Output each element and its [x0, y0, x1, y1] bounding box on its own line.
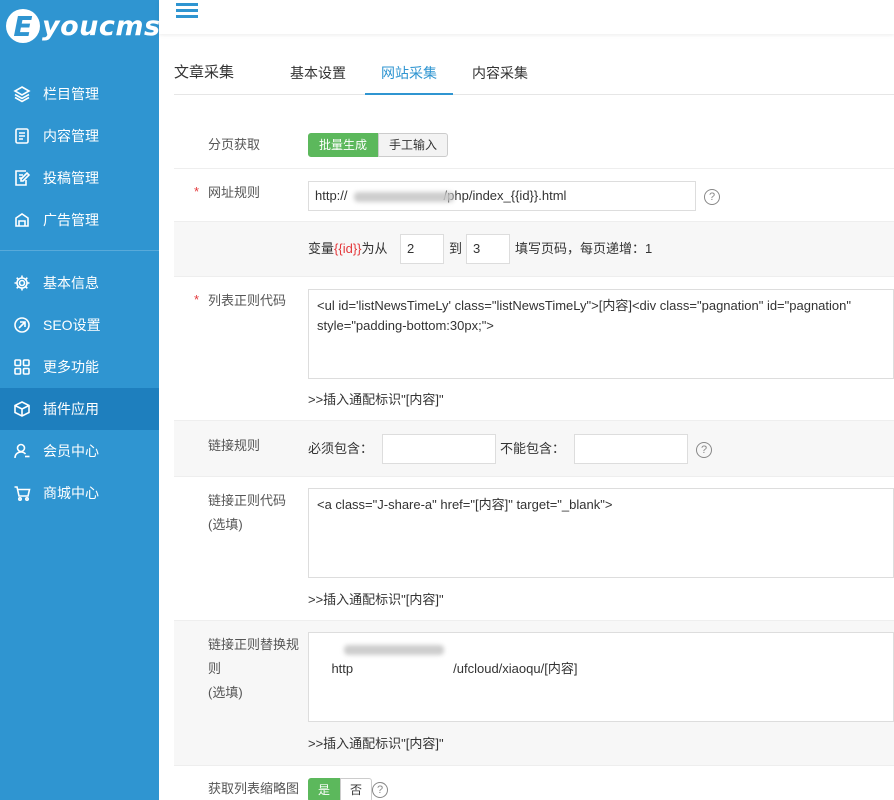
link-regex-label: 链接正则代码 (选填): [208, 489, 286, 537]
sidebar-item-member-center[interactable]: 会员中心: [0, 430, 159, 472]
insert-wildcard-link[interactable]: >>插入通配标识"[内容]": [308, 733, 444, 752]
logo[interactable]: E youcms: [6, 6, 161, 46]
page-to-input[interactable]: 3: [466, 234, 510, 264]
form-row-url-rule: * 网址规则 http:// /php/index_{{id}}.html ?: [174, 169, 894, 222]
batch-generate-button[interactable]: 批量生成: [308, 133, 379, 157]
sidebar-item-plugins[interactable]: 插件应用: [0, 388, 159, 430]
link-replace-label: 链接正则替换规 则 (选填): [208, 633, 299, 705]
list-regex-textarea[interactable]: <ul id='listNewsTimeLy' class="listNewsT…: [308, 289, 894, 379]
list-regex-label: 列表正则代码: [208, 293, 287, 308]
redacted-blur: [354, 192, 454, 202]
must-contain-input[interactable]: [382, 434, 496, 464]
cart-icon: [13, 484, 31, 502]
sidebar-item-label: 广告管理: [43, 212, 99, 228]
top-bar: [159, 0, 894, 34]
ad-icon: [13, 211, 31, 229]
user-icon: [13, 442, 31, 460]
page-title: 文章采集: [174, 64, 235, 81]
form-row-thumbnail: 获取列表缩略图 是 否 ?: [174, 766, 894, 800]
link-regex-label-line1: 链接正则代码: [208, 493, 287, 508]
help-icon[interactable]: ?: [704, 189, 720, 205]
layers-icon: [13, 85, 31, 103]
tab-website-collection[interactable]: 网站采集: [365, 54, 453, 95]
pagination-label: 分页获取: [208, 137, 261, 152]
help-icon[interactable]: ?: [372, 782, 388, 798]
url-rule-value-suffix: /php/index_{{id}}.html: [443, 188, 567, 203]
sidebar-item-ad-management[interactable]: 广告管理: [0, 199, 159, 241]
link-replace-label-line2: 则: [208, 661, 222, 676]
thumbnail-no-button[interactable]: 否: [340, 778, 373, 800]
sidebar-item-label: 商城中心: [43, 485, 99, 501]
sidebar-item-label: 内容管理: [43, 128, 99, 144]
required-marker: *: [194, 292, 200, 307]
sidebar-item-column-management[interactable]: 栏目管理: [0, 73, 159, 115]
sidebar-divider: [0, 250, 159, 251]
redacted-blur: [344, 645, 444, 655]
grid-icon: [13, 358, 31, 376]
sidebar-item-label: 插件应用: [43, 401, 99, 417]
insert-wildcard-link[interactable]: >>插入通配标识"[内容]": [308, 389, 444, 408]
help-icon[interactable]: ?: [696, 442, 712, 458]
form-row-link-regex: 链接正则代码 (选填) <a class="J-share-a" href="[…: [174, 477, 894, 621]
sidebar-item-label: 投稿管理: [43, 170, 99, 186]
page-from-input[interactable]: 2: [400, 234, 444, 264]
sidebar-item-label: 会员中心: [43, 443, 99, 459]
logo-text: youcms: [42, 10, 161, 42]
document-icon: [13, 127, 31, 145]
form-row-link-rule: 链接规则 必须包含： 不能包含： ?: [174, 421, 894, 477]
tab-basic-settings[interactable]: 基本设置: [290, 54, 346, 95]
link-rule-label: 链接规则: [208, 438, 261, 453]
sidebar-item-submission-management[interactable]: 投稿管理: [0, 157, 159, 199]
sidebar-item-label: 栏目管理: [43, 86, 99, 102]
form-row-variable: 变量{{id}}为从 2 到 3 填写页码，每页递增：1: [174, 222, 894, 277]
seo-icon: [13, 316, 31, 334]
link-regex-textarea[interactable]: <a class="J-share-a" href="[内容]" target=…: [308, 488, 894, 578]
manual-input-button[interactable]: 手工输入: [378, 133, 449, 157]
sidebar-item-seo[interactable]: SEO设置: [0, 304, 159, 346]
link-replace-value-prefix: http: [331, 661, 354, 676]
sidebar-item-label: 更多功能: [43, 359, 99, 375]
variable-suffix: 填写页码，每页递增：1: [515, 241, 653, 256]
edit-icon: [13, 169, 31, 187]
url-rule-value-prefix: http://: [315, 188, 348, 203]
thumbnail-label: 获取列表缩略图: [208, 781, 300, 796]
sidebar-item-label: SEO设置: [43, 317, 101, 333]
must-contain-label: 必须包含：: [308, 441, 374, 456]
url-rule-label: 网址规则: [208, 185, 261, 200]
link-replace-label-line3: (选填): [208, 685, 243, 700]
tab-content-collection[interactable]: 内容采集: [472, 54, 528, 95]
not-contain-label: 不能包含：: [500, 441, 566, 456]
sidebar-item-label: 基本信息: [43, 275, 99, 291]
link-replace-value-suffix: /ufcloud/xiaoqu/[内容]: [453, 661, 578, 676]
link-regex-label-line2: (选填): [208, 517, 243, 532]
thumbnail-yes-button[interactable]: 是: [308, 778, 341, 800]
pagination-toggle: 批量生成 手工输入: [308, 133, 449, 157]
link-replace-label-line1: 链接正则替换规: [208, 637, 300, 652]
tab-bar: 文章采集 基本设置 网站采集 内容采集: [174, 54, 894, 95]
insert-wildcard-link[interactable]: >>插入通配标识"[内容]": [308, 589, 444, 608]
not-contain-input[interactable]: [574, 434, 688, 464]
sidebar-item-more-features[interactable]: 更多功能: [0, 346, 159, 388]
form-row-link-replace: 链接正则替换规 则 (选填) http/ufcloud/xiaoqu/[内容] …: [174, 621, 894, 766]
cube-icon: [13, 400, 31, 418]
sidebar-item-basic-info[interactable]: 基本信息: [0, 262, 159, 304]
logo-mark: E: [6, 9, 40, 43]
gear-icon: [13, 274, 31, 292]
required-marker: *: [194, 184, 200, 199]
sidebar: E youcms 栏目管理 内容管理 投稿管理 广告管理 基本信息 SEO设置 …: [0, 0, 161, 800]
to-text: 到: [449, 241, 463, 256]
form-row-pagination: 分页获取 批量生成 手工输入: [174, 122, 894, 169]
sidebar-item-shop-center[interactable]: 商城中心: [0, 472, 159, 514]
form-row-list-regex: * 列表正则代码 <ul id='listNewsTimeLy' class="…: [174, 277, 894, 421]
variable-prefix: 变量{{id}}为从: [308, 241, 388, 256]
sidebar-item-content-management[interactable]: 内容管理: [0, 115, 159, 157]
thumbnail-toggle: 是 否: [308, 778, 373, 800]
menu-toggle-icon[interactable]: [176, 0, 198, 20]
